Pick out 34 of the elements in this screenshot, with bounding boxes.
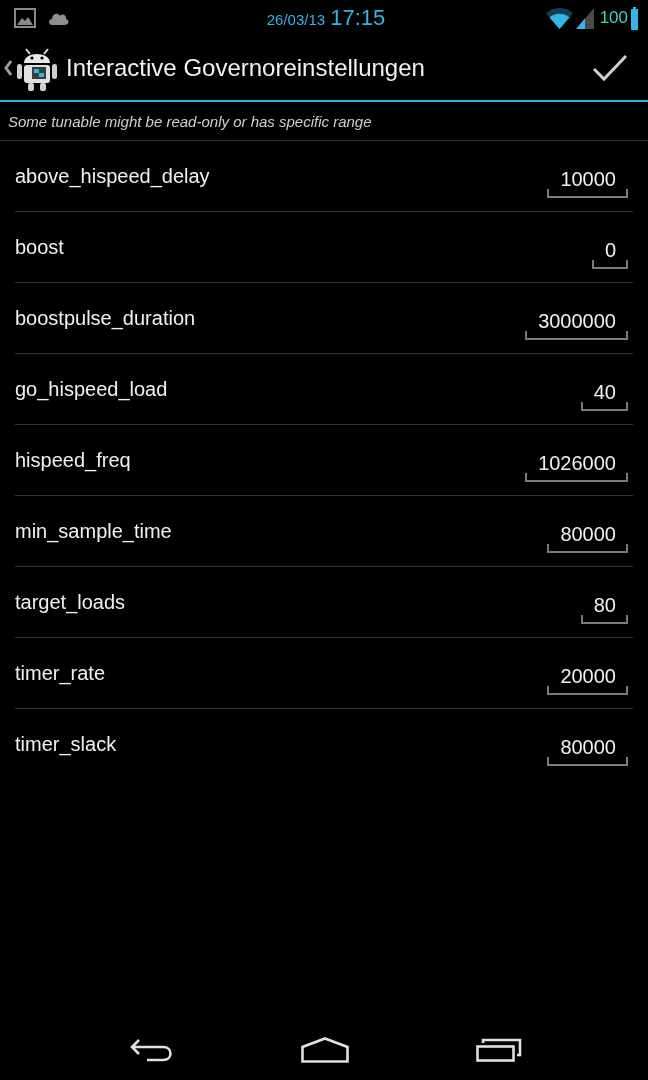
input-field[interactable]: 3000000 [525, 310, 628, 340]
recents-icon [476, 1038, 522, 1062]
chevron-left-icon [4, 60, 12, 76]
input-field[interactable]: 40 [580, 381, 628, 411]
input-field[interactable]: 80000 [547, 523, 628, 553]
input-field[interactable]: 10000 [547, 168, 628, 198]
tunable-name: min_sample_time [15, 519, 172, 543]
tunable-name: timer_slack [15, 732, 117, 756]
tunable-name: timer_rate [15, 661, 106, 685]
tunable-name: above_hispeed_delay [15, 164, 210, 188]
notice-text: Some tunable might be read-only or has specific range [0, 102, 648, 141]
input-field[interactable]: 1026000 [525, 452, 628, 482]
battery-icon [631, 6, 638, 30]
tunable-name: boostpulse_duration [15, 306, 196, 330]
cloud-icon [48, 11, 69, 25]
home-icon [301, 1037, 349, 1063]
tunable-name: hispeed_freq [15, 448, 131, 472]
back-icon [129, 1038, 173, 1062]
status-time: 17:15 [330, 5, 386, 31]
input-field[interactable]: 80000 [547, 736, 628, 766]
status-date: 26/03/13 [266, 11, 326, 28]
tunable-name: target_loads [15, 590, 126, 614]
tunable-name: go_hispeed_load [15, 377, 168, 401]
tunable-name: boost [15, 235, 64, 259]
image-icon [14, 8, 36, 28]
wifi-icon [545, 7, 573, 29]
screen-title: Interactive Governoreinstellungen [66, 54, 426, 82]
signal-icon [575, 7, 594, 29]
battery-percent: 100 [599, 8, 628, 28]
input-field[interactable]: 20000 [547, 665, 628, 695]
confirm-button[interactable] [592, 54, 628, 82]
input-field[interactable]: 80 [580, 594, 628, 624]
input-field[interactable]: 0 [591, 239, 628, 269]
check-icon [592, 54, 628, 82]
